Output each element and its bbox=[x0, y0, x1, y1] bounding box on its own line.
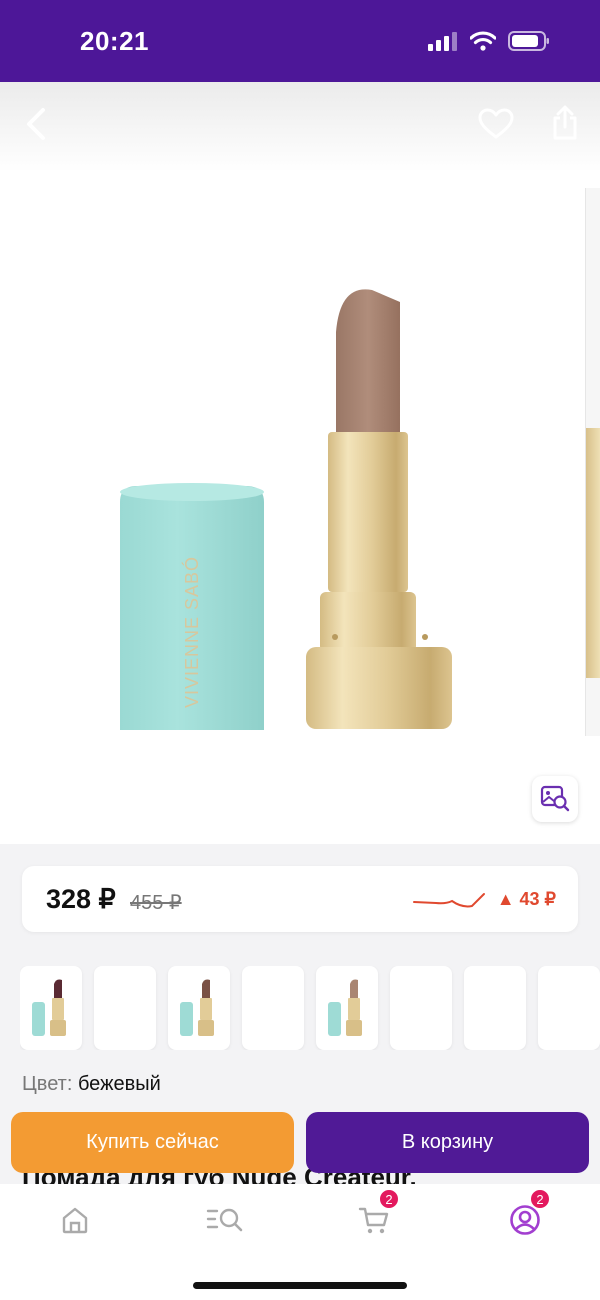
favorite-button[interactable] bbox=[474, 102, 518, 146]
svg-text:VIVIENNE SABÓ: VIVIENNE SABÓ bbox=[181, 556, 202, 708]
price-current: 328 ₽ bbox=[46, 884, 116, 914]
tab-catalog[interactable] bbox=[195, 1198, 255, 1242]
status-icons bbox=[428, 30, 550, 52]
variant-thumbnail[interactable] bbox=[464, 966, 526, 1050]
variant-thumbnail[interactable] bbox=[242, 966, 304, 1050]
home-icon bbox=[62, 1207, 88, 1234]
lipstick-thumbnail-image bbox=[32, 979, 66, 1036]
variant-thumbnail[interactable] bbox=[20, 966, 82, 1050]
image-search-button[interactable] bbox=[532, 776, 578, 822]
color-value: бежевый bbox=[77, 1073, 161, 1095]
price-old: 455 ₽ bbox=[130, 892, 182, 914]
wifi-icon bbox=[470, 31, 496, 51]
signal-icon bbox=[428, 32, 457, 51]
share-icon bbox=[553, 105, 577, 140]
tab-cart[interactable]: 2 bbox=[344, 1188, 404, 1242]
price-card[interactable]: 328 ₽ 455 ₽ ▲ 43 ₽ bbox=[22, 866, 578, 932]
price-history-graph bbox=[413, 893, 485, 908]
image-search-icon bbox=[540, 785, 570, 812]
next-photo-edge bbox=[585, 188, 600, 736]
variant-thumbnail[interactable] bbox=[538, 966, 600, 1050]
variant-thumbnail[interactable] bbox=[316, 966, 378, 1050]
lipstick-thumbnail-image bbox=[180, 979, 214, 1036]
color-label: Цвет: bbox=[22, 1073, 73, 1095]
product-photo: VIVIENNE SABÓ bbox=[120, 289, 452, 730]
price-change: ▲ 43 ₽ bbox=[496, 889, 556, 909]
tab-home[interactable] bbox=[45, 1198, 105, 1242]
variant-thumbnail[interactable] bbox=[390, 966, 452, 1050]
variant-thumbnail[interactable] bbox=[168, 966, 230, 1050]
cart-badge: 2 bbox=[378, 1188, 400, 1210]
chevron-left-icon bbox=[27, 108, 45, 140]
profile-badge: 2 bbox=[529, 1188, 551, 1210]
status-bar: 20:21 bbox=[0, 0, 600, 82]
heart-icon bbox=[478, 108, 514, 139]
color-row: Цвет: бежевый bbox=[22, 1073, 161, 1096]
product-gallery[interactable]: VIVIENNE SABÓ bbox=[0, 82, 600, 844]
tab-profile[interactable]: 2 bbox=[495, 1188, 555, 1242]
home-indicator bbox=[193, 1282, 407, 1289]
variant-thumbnail[interactable] bbox=[94, 966, 156, 1050]
battery-icon bbox=[508, 31, 549, 51]
back-button[interactable] bbox=[14, 102, 58, 146]
catalog-search-icon bbox=[206, 1208, 243, 1232]
status-time: 20:21 bbox=[80, 26, 149, 56]
variant-thumbnails bbox=[20, 966, 600, 1050]
buy-now-button[interactable]: Купить сейчас bbox=[11, 1112, 294, 1173]
add-to-cart-button[interactable]: В корзину bbox=[306, 1112, 589, 1173]
lipstick-thumbnail-image bbox=[328, 979, 362, 1036]
bottom-tab-bar: 2 2 bbox=[0, 1184, 600, 1300]
share-button[interactable] bbox=[543, 101, 587, 145]
